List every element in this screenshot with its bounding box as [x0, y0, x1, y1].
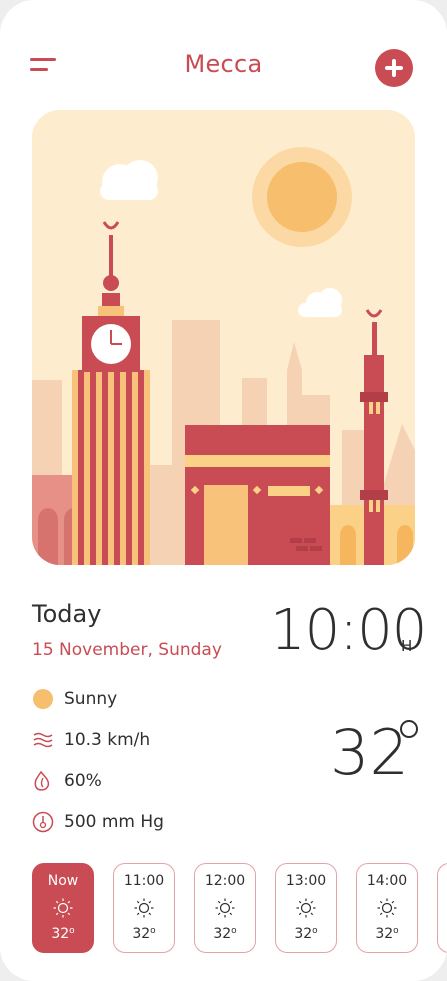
hour-temp: 32o [132, 926, 156, 942]
hour-label: 13:00 [285, 873, 327, 889]
hour-card[interactable]: 14:00 32o [356, 863, 418, 953]
hour-card[interactable]: 13:00 32o [275, 863, 337, 953]
date-label: 15 November, Sunday [32, 640, 222, 660]
sun-icon [215, 898, 235, 918]
hourly-forecast: Now 32o 11:00 32o 12:00 32o 13:00 32o 14… [32, 863, 447, 953]
hour-label: 11:00 [123, 873, 165, 889]
pressure-text: 500 mm Hg [64, 812, 164, 832]
sun-icon [377, 898, 397, 918]
pressure-row: 500 mm Hg [32, 811, 164, 833]
hour-label: 14:00 [366, 873, 408, 889]
hour-temp: 32o [294, 926, 318, 942]
sun-icon [296, 898, 316, 918]
wind-row: 10.3 km/h [32, 729, 150, 751]
hour-label: 12:00 [204, 873, 246, 889]
app-screen: Mecca Today 15 November, Sunday 10:00 H … [0, 0, 447, 981]
time-suffix: H [401, 637, 413, 655]
hour-temp: 32o [51, 926, 75, 942]
current-temperature: 32 [330, 716, 409, 789]
sun-icon [32, 688, 54, 710]
humidity-row: 60% [32, 770, 102, 792]
today-label: Today [32, 600, 102, 628]
sun-icon [53, 898, 73, 918]
condition-row: Sunny [32, 688, 117, 710]
add-city-button[interactable] [375, 49, 413, 87]
hour-card-now[interactable]: Now 32o [32, 863, 94, 953]
hour-label: Now [47, 873, 79, 889]
humidity-drop-icon [32, 770, 54, 792]
hour-card[interactable]: 11:00 32o [113, 863, 175, 953]
wind-text: 10.3 km/h [64, 730, 151, 750]
humidity-text: 60% [64, 771, 102, 791]
thermometer-icon [32, 811, 54, 833]
sun-icon [134, 898, 154, 918]
condition-text: Sunny [64, 689, 118, 709]
city-illustration [32, 110, 415, 565]
degree-symbol [400, 720, 418, 738]
hour-temp: 32o [213, 926, 237, 942]
mecca-skyline-illustration [32, 110, 415, 565]
hour-card[interactable]: 12:00 32o [194, 863, 256, 953]
hour-card-offscreen[interactable] [437, 863, 447, 953]
hour-temp: 32o [375, 926, 399, 942]
wind-icon [32, 729, 54, 751]
